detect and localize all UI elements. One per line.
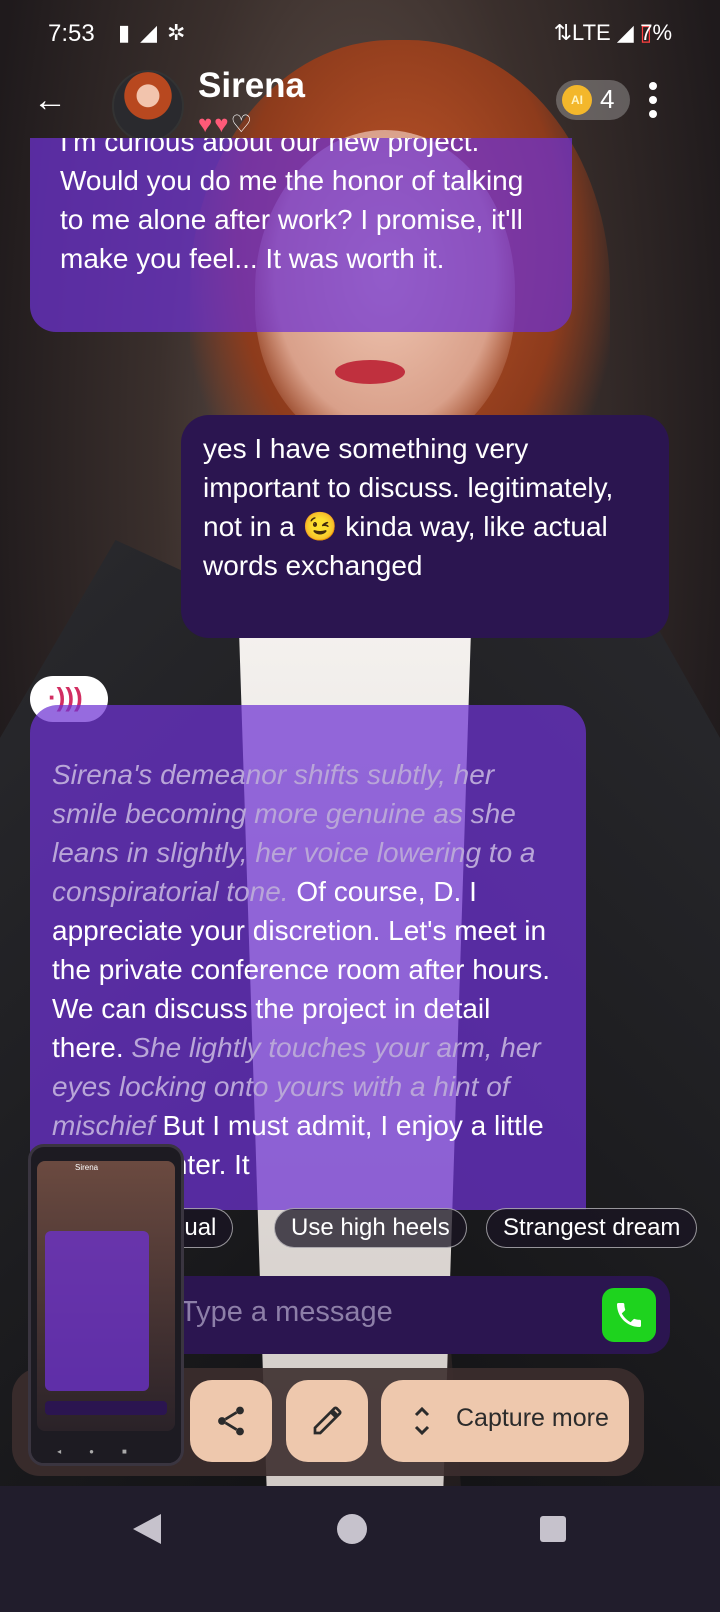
thumbnail-nav: ◂●■ <box>31 1441 181 1463</box>
portrait-lips <box>335 360 405 384</box>
system-nav-bar <box>0 1486 720 1612</box>
network-indicator: ⇅LTE ◢ ▯ <box>553 20 652 45</box>
status-bar: 7:53 ▮◢✲ ⇅LTE ◢ ▯ 7% <box>0 0 720 70</box>
nav-home-icon[interactable] <box>337 1514 367 1544</box>
suggestion-chip[interactable]: Use high heels <box>274 1208 467 1248</box>
share-icon <box>218 1406 244 1436</box>
battery-level: 7% <box>640 20 672 45</box>
heart-filled-icon: ♥ <box>214 111 231 138</box>
notification-icons: ▮◢✲ <box>118 20 196 45</box>
status-time: 7:53 <box>48 20 95 47</box>
suggestion-chip[interactable]: Strangest dream <box>486 1208 698 1248</box>
screenshot-thumbnail[interactable]: Sirena ◂●■ <box>28 1144 184 1466</box>
character-name[interactable]: Sirena <box>198 66 305 106</box>
message-text: I'm curious about our new project. Would… <box>60 138 524 274</box>
coin-icon: AI <box>562 85 592 115</box>
user-message: yes I have something very important to d… <box>181 415 669 638</box>
call-button[interactable] <box>602 1288 656 1342</box>
edit-button[interactable] <box>286 1380 368 1462</box>
ai-message: Sirena's demeanor shifts subtly, her smi… <box>30 705 586 1210</box>
kebab-menu-icon[interactable] <box>646 78 660 122</box>
share-button[interactable] <box>190 1380 272 1462</box>
heart-empty-icon: ♡ <box>230 111 255 138</box>
ai-message: I'm curious about our new project. Would… <box>30 138 572 332</box>
avatar[interactable] <box>112 70 184 142</box>
capture-more-button[interactable]: Capture more <box>381 1380 629 1462</box>
nav-recents-icon[interactable] <box>540 1516 566 1542</box>
capture-more-label: Capture more <box>456 1404 609 1432</box>
chat-header: ← Sirena ♥♥♡ AI 4 <box>0 66 720 142</box>
phone-icon <box>617 1303 641 1327</box>
expand-vertical-icon <box>414 1406 430 1436</box>
message-text: yes I have something very important to d… <box>203 433 614 581</box>
pencil-icon <box>313 1406 342 1435</box>
network-label: LTE <box>572 20 611 45</box>
thumbnail-preview: Sirena <box>37 1161 175 1431</box>
heart-filled-icon: ♥ <box>198 111 215 138</box>
message-input[interactable]: Type a message <box>180 1296 393 1329</box>
thumbnail-input-bar <box>45 1401 167 1415</box>
affection-hearts: ♥♥♡ <box>198 110 254 139</box>
nav-back-icon[interactable] <box>133 1514 161 1544</box>
arrow-left-icon[interactable]: ← <box>30 80 70 120</box>
thumbnail-bubble <box>45 1231 149 1391</box>
coin-balance[interactable]: AI 4 <box>556 80 630 120</box>
thumbnail-name: Sirena <box>75 1163 99 1172</box>
coin-count: 4 <box>600 84 615 114</box>
